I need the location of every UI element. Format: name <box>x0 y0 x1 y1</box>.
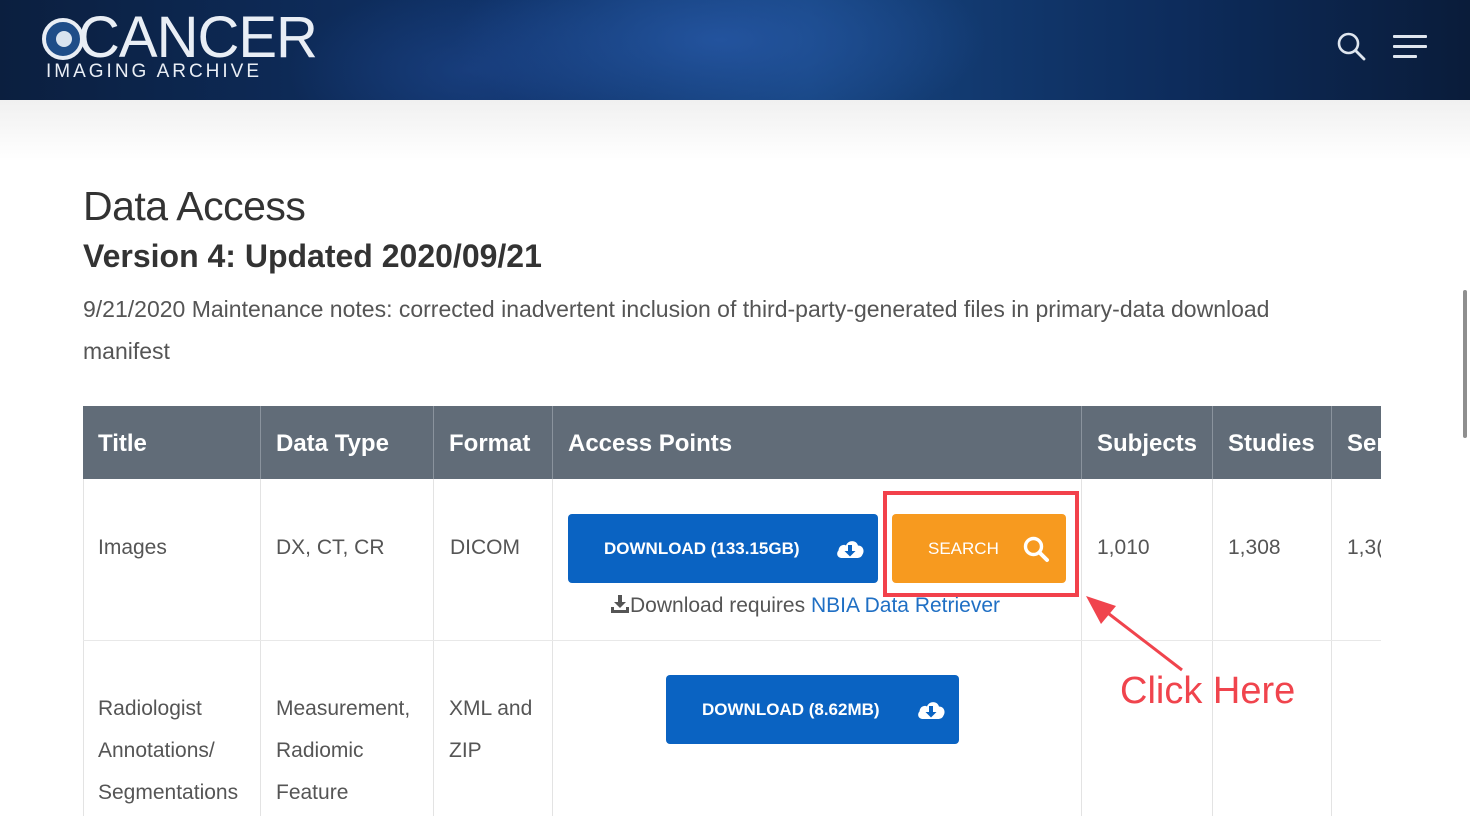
nbia-data-retriever-link[interactable]: NBIA Data Retriever <box>811 594 1000 617</box>
page-title: Data Access <box>83 183 306 229</box>
row2-title-line3: Segmentations <box>98 781 239 804</box>
download-annotations-label: DOWNLOAD (8.62MB) <box>702 699 880 719</box>
hamburger-menu-icon[interactable] <box>1393 35 1427 59</box>
download-annotations-button[interactable]: DOWNLOAD (8.62MB) <box>666 675 959 744</box>
version-heading: Version 4: Updated 2020/09/21 <box>83 238 542 274</box>
search-highlight-box <box>883 491 1079 597</box>
requires-text: Download requires <box>630 594 811 617</box>
row2-title-line2: Annotations/ <box>98 739 215 762</box>
logo-sub-text: IMAGING ARCHIVE <box>46 61 263 82</box>
search-icon[interactable] <box>1336 31 1366 61</box>
maintenance-notes: 9/21/2020 Maintenance notes: corrected i… <box>83 296 1270 364</box>
col-format: Format <box>434 406 553 479</box>
download-requirement-note: Download requires NBIA Data Retriever <box>610 594 1000 618</box>
row2-type-line1: Measurement, <box>276 697 411 720</box>
row1-series: 1,3( <box>1347 536 1381 559</box>
col-series: Ser <box>1347 430 1381 457</box>
cloud-download-icon <box>918 701 945 719</box>
download-tray-icon <box>611 595 629 613</box>
page-scrollbar[interactable] <box>1463 290 1467 438</box>
table-header: Title Data Type Format Access Points Sub… <box>83 406 1381 479</box>
header-shadow <box>0 100 1470 160</box>
row2-type-line3: Feature <box>276 781 349 804</box>
col-subjects: Subjects <box>1082 406 1213 479</box>
row1-data-type: DX, CT, CR <box>276 536 385 559</box>
download-images-label: DOWNLOAD (133.15GB) <box>604 538 800 558</box>
site-header: CANCER IMAGING ARCHIVE <box>0 0 1470 100</box>
annotation-arrow-icon <box>1086 596 1183 672</box>
row1-format: DICOM <box>450 536 520 559</box>
row2-format-line2: ZIP <box>449 739 482 762</box>
row1-title: Images <box>98 536 167 559</box>
col-title: Title <box>83 406 261 479</box>
row2-title-line1: Radiologist <box>98 697 202 720</box>
row2-type-line2: Radiomic <box>276 739 364 762</box>
row1-studies: 1,308 <box>1228 536 1281 559</box>
click-here-label: Click Here <box>1120 670 1296 712</box>
site-logo[interactable]: CANCER IMAGING ARCHIVE <box>40 6 318 88</box>
cloud-download-icon <box>837 540 864 558</box>
col-studies: Studies <box>1213 406 1332 479</box>
row2-format-line1: XML and <box>449 697 533 720</box>
col-data-type: Data Type <box>261 406 434 479</box>
col-access-points: Access Points <box>553 406 1082 479</box>
row1-subjects: 1,010 <box>1097 536 1150 559</box>
download-images-button[interactable]: DOWNLOAD (133.15GB) <box>568 514 878 583</box>
